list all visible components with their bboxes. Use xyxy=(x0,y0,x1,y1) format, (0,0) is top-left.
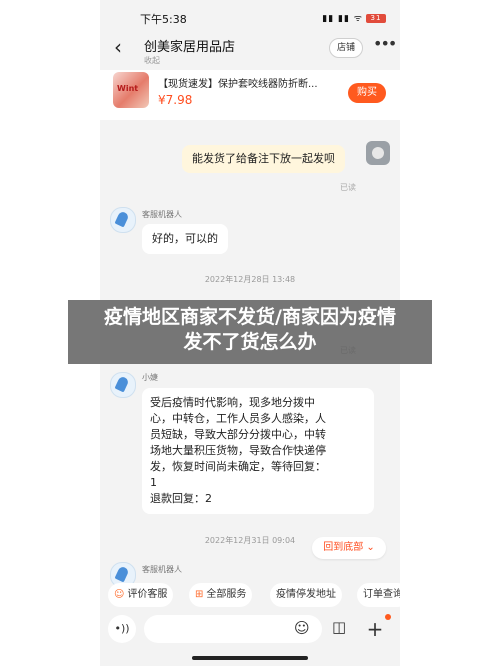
buy-button[interactable]: 购买 xyxy=(348,83,386,103)
quick-action-label: 疫情停发地址 xyxy=(276,589,336,600)
grid-icon: ⊞ xyxy=(195,589,204,600)
emoji-icon[interactable]: ☺ xyxy=(294,619,310,637)
quick-action-order-query[interactable]: 订单查询 xyxy=(357,583,400,607)
shop-name: 创美家居用品店 xyxy=(144,40,236,55)
signal-icons: ▮▮ ▮▮ ᯤ 31 xyxy=(322,11,386,24)
message-line: 员短缺，导致大部分分拨中心，中转 xyxy=(150,428,326,441)
message-line: 场地大量积压货物，导致合作快递停 xyxy=(150,444,326,457)
message-bubble: 受后疫情时代影响，现多地分拨中 心，中转仓，工作人员多人感染，人 员短缺，导致大… xyxy=(142,388,374,514)
caption-line: 发不了货怎么办 xyxy=(183,331,317,353)
smile-icon: ☺ xyxy=(114,589,125,600)
caption-line: 疫情地区商家不发货/商家因为疫情 xyxy=(104,306,396,328)
message-line: 发，恢复时间尚未确定，等待回复： xyxy=(150,460,326,473)
battery-icon: 31 xyxy=(366,14,386,23)
collapse-label[interactable]: 收起 xyxy=(144,55,160,66)
thumbnail-text: Wint xyxy=(117,84,139,93)
shopping-bag-icon[interactable]: ◫ xyxy=(332,618,346,636)
message-bubble: 好的，可以的 xyxy=(142,224,228,254)
status-bar: 下午5:38 ▮▮ ▮▮ ᯤ 31 xyxy=(100,0,400,30)
plus-icon[interactable]: + xyxy=(362,617,388,643)
quick-action-label: 订单查询 xyxy=(363,589,400,600)
back-to-bottom-button[interactable]: 回到底部 ⌄ xyxy=(312,537,386,559)
message-bubble: 能发货了给备注下放一起发呗 xyxy=(182,145,345,173)
quick-actions: ☺ 评价客服 ⊞ 全部服务 疫情停发地址 订单查询 xyxy=(100,583,400,609)
message-line: 心，中转仓，工作人员多人感染，人 xyxy=(150,412,326,425)
message-line: 受后疫情时代影响，现多地分拨中 xyxy=(150,396,315,409)
message-line: 退款回复：2 xyxy=(150,492,212,505)
home-indicator[interactable] xyxy=(192,656,308,660)
product-thumbnail[interactable]: Wint xyxy=(113,72,149,108)
input-bar: •)) ☺ ◫ + xyxy=(100,613,400,647)
sender-name: 小婕 xyxy=(142,373,158,382)
message-line: 1 xyxy=(150,476,157,489)
voice-icon[interactable]: •)) xyxy=(108,615,136,643)
read-status: 已读 xyxy=(340,183,356,192)
signal-icon: ▮▮ ▮▮ ᯤ xyxy=(322,14,363,24)
quick-action-suspended-addresses[interactable]: 疫情停发地址 xyxy=(270,583,342,607)
product-price: ¥7.98 xyxy=(158,93,193,107)
sender-name: 客服机器人 xyxy=(142,565,182,574)
caption-text: 疫情地区商家不发货/商家因为疫情 发不了货怎么办 xyxy=(68,305,432,355)
status-time: 下午5:38 xyxy=(140,13,187,26)
product-title[interactable]: 【现货速发】保护套咬线器防折断... xyxy=(158,75,338,90)
product-card[interactable]: Wint 【现货速发】保护套咬线器防折断... ¥7.98 购买 xyxy=(100,70,400,120)
quick-action-label: 全部服务 xyxy=(206,589,247,600)
sender-name: 客服机器人 xyxy=(142,210,182,219)
notification-dot xyxy=(385,614,391,620)
quick-action-rate-service[interactable]: ☺ 评价客服 xyxy=(108,583,174,607)
agent-avatar[interactable] xyxy=(110,372,136,398)
bot-avatar[interactable] xyxy=(110,207,136,233)
store-button[interactable]: 店铺 xyxy=(329,38,363,58)
back-arrow-icon[interactable]: ‹ xyxy=(114,35,122,59)
timestamp: 2022年12月28日 13:48 xyxy=(204,275,296,284)
more-icon[interactable]: ••• xyxy=(373,34,397,53)
chat-header: ‹ 创美家居用品店 收起 店铺 ••• xyxy=(100,30,400,70)
user-avatar[interactable] xyxy=(366,141,390,165)
quick-action-label: 评价客服 xyxy=(127,589,168,600)
quick-action-all-services[interactable]: ⊞ 全部服务 xyxy=(189,583,253,607)
